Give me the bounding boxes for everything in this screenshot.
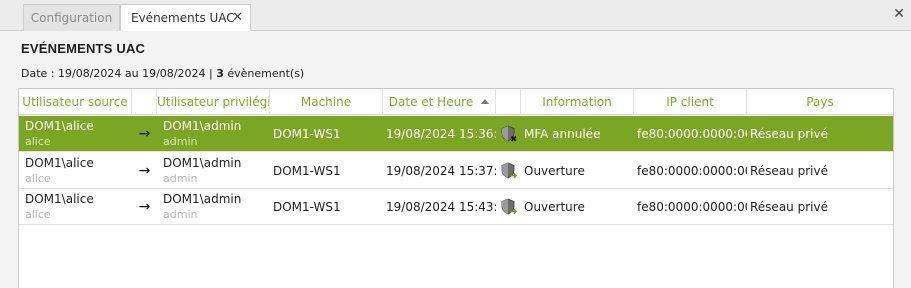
machine-cell: DOM1-WS1: [273, 164, 341, 178]
tab-uac-events[interactable]: Evénements UAC ✕: [120, 4, 251, 32]
close-icon[interactable]: ✕: [893, 6, 905, 22]
source-user-cell: DOM1\alice alice: [25, 116, 132, 152]
right-arrow-icon: →: [138, 163, 151, 179]
tab-bar: Configuration Evénements UAC ✕ ✕: [0, 0, 911, 32]
tab-label: Evénements UAC: [131, 11, 235, 25]
privileged-login: admin: [163, 172, 198, 185]
datetime-cell: 19/08/2024 15:37:11: [386, 164, 496, 178]
right-arrow-icon: →: [138, 126, 151, 142]
source-login: alice: [25, 135, 51, 148]
page-title: EVÉNEMENTS UAC: [21, 41, 146, 56]
table-row[interactable]: DOM1\alice alice → DOM1\admin admin DOM1…: [19, 189, 893, 225]
client-ip-cell: fe80:0000:0000:000...: [637, 164, 747, 178]
information-cell: Ouverture: [524, 164, 585, 178]
column-machine[interactable]: Machine: [270, 89, 383, 115]
privileged-login: admin: [163, 208, 198, 221]
column-information[interactable]: Information: [521, 89, 634, 115]
privileged-login: admin: [163, 135, 198, 148]
date-summary: Date : 19/08/2024 au 19/08/2024 | 3 évèn…: [21, 67, 304, 80]
datetime-cell: 19/08/2024 15:36:15: [386, 127, 496, 141]
source-login: alice: [25, 172, 51, 185]
column-datetime-label: Date et Heure: [388, 95, 474, 109]
tab-close-icon[interactable]: ✕: [232, 5, 243, 31]
shield-cancel-icon: [496, 116, 521, 152]
column-arrow[interactable]: [132, 89, 157, 115]
machine-cell: DOM1-WS1: [273, 200, 341, 214]
events-table: Utilisateur source Utilisateur privilégi…: [18, 88, 894, 288]
right-arrow-icon: →: [138, 199, 151, 215]
source-user-cell: DOM1\alice alice: [25, 189, 132, 225]
tab-configuration[interactable]: Configuration: [23, 4, 120, 31]
country-cell: Réseau privé: [750, 200, 828, 214]
column-privileged-user[interactable]: Utilisateur privilégié: [157, 89, 270, 115]
information-cell: Ouverture: [524, 200, 585, 214]
column-source-user[interactable]: Utilisateur source: [19, 89, 132, 115]
client-ip-cell: fe80:0000:0000:000...: [637, 200, 747, 214]
datetime-cell: 19/08/2024 15:43:16: [386, 200, 496, 214]
column-client-ip[interactable]: IP client: [634, 89, 747, 115]
privileged-account: DOM1\admin: [163, 192, 242, 206]
event-count-suffix: évènement(s): [223, 67, 305, 80]
table-row[interactable]: DOM1\alice alice → DOM1\admin admin DOM1…: [19, 153, 893, 189]
source-login: alice: [25, 208, 51, 221]
column-icon[interactable]: [496, 89, 521, 115]
date-range: Date : 19/08/2024 au 19/08/2024 |: [21, 67, 217, 80]
table-header: Utilisateur source Utilisateur privilégi…: [19, 89, 893, 115]
source-account: DOM1\alice: [25, 192, 94, 206]
shield-open-icon: [496, 153, 521, 189]
table-row[interactable]: DOM1\alice alice → DOM1\admin admin DOM1…: [19, 116, 893, 152]
machine-cell: DOM1-WS1: [273, 127, 341, 141]
event-count: 3: [216, 67, 224, 80]
sort-ascending-icon: [481, 99, 490, 104]
privileged-user-cell: DOM1\admin admin: [163, 189, 270, 225]
source-user-cell: DOM1\alice alice: [25, 153, 132, 189]
tab-label: Configuration: [30, 11, 113, 25]
privileged-account: DOM1\admin: [163, 156, 242, 170]
privileged-account: DOM1\admin: [163, 119, 242, 133]
shield-open-icon: [496, 189, 521, 225]
uac-events-panel: EVÉNEMENTS UAC Date : 19/08/2024 au 19/0…: [0, 31, 911, 288]
source-account: DOM1\alice: [25, 156, 94, 170]
country-cell: Réseau privé: [750, 127, 828, 141]
column-country[interactable]: Pays: [747, 89, 893, 115]
privileged-user-cell: DOM1\admin admin: [163, 116, 270, 152]
country-cell: Réseau privé: [750, 164, 828, 178]
client-ip-cell: fe80:0000:0000:000...: [637, 127, 747, 141]
privileged-user-cell: DOM1\admin admin: [163, 153, 270, 189]
column-datetime[interactable]: Date et Heure: [383, 89, 496, 115]
information-cell: MFA annulée: [524, 127, 601, 141]
source-account: DOM1\alice: [25, 119, 94, 133]
